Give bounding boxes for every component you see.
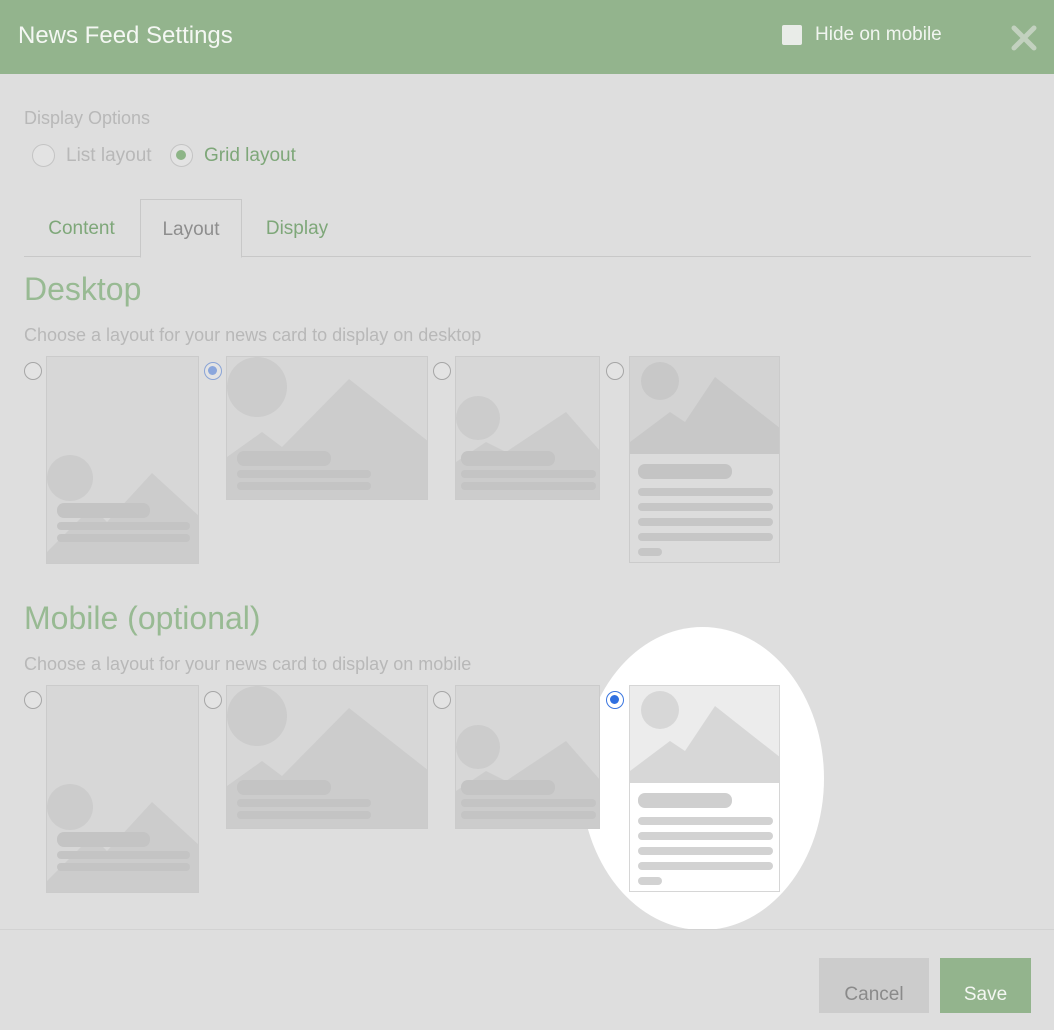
news-feed-settings-dialog: News Feed Settings Hide on mobile Displa…: [0, 0, 1054, 1030]
desktop-layout-4-radio[interactable]: [606, 362, 624, 380]
mobile-layout-1-card[interactable]: [46, 685, 199, 893]
mobile-layout-1-radio[interactable]: [24, 691, 42, 709]
dialog-header: News Feed Settings Hide on mobile: [0, 0, 1054, 74]
image-placeholder-icon: [227, 686, 427, 828]
mobile-layout-4-card[interactable]: [629, 685, 780, 892]
image-placeholder-icon: [630, 357, 779, 562]
mobile-layout-2-radio[interactable]: [204, 691, 222, 709]
desktop-layout-3-card[interactable]: [455, 356, 600, 500]
image-placeholder-icon: [456, 357, 599, 499]
save-button[interactable]: Save: [940, 958, 1031, 1013]
footer-divider: [0, 929, 1054, 930]
mobile-heading: Mobile (optional): [24, 600, 261, 636]
list-layout-radio[interactable]: [32, 144, 55, 167]
desktop-description: Choose a layout for your news card to di…: [24, 325, 482, 345]
mobile-layout-4-radio[interactable]: [606, 691, 624, 709]
dialog-title: News Feed Settings: [18, 22, 233, 49]
mobile-description: Choose a layout for your news card to di…: [24, 654, 472, 674]
settings-tabs: Content Layout Display: [24, 199, 1031, 258]
mobile-layout-2-card[interactable]: [226, 685, 428, 829]
tab-layout[interactable]: Layout: [140, 199, 242, 258]
desktop-layout-1-card[interactable]: [46, 356, 199, 564]
mobile-layout-3-radio[interactable]: [433, 691, 451, 709]
desktop-layout-3-radio[interactable]: [433, 362, 451, 380]
tab-display[interactable]: Display: [242, 199, 352, 257]
grid-layout-option[interactable]: Grid layout: [170, 144, 296, 167]
desktop-layout-1-radio[interactable]: [24, 362, 42, 380]
image-placeholder-icon: [227, 357, 427, 499]
desktop-heading: Desktop: [24, 271, 142, 307]
grid-layout-label: Grid layout: [204, 144, 296, 166]
hide-on-mobile-toggle[interactable]: Hide on mobile: [782, 24, 942, 46]
desktop-layout-2-card[interactable]: [226, 356, 428, 500]
hide-on-mobile-checkbox[interactable]: [782, 25, 802, 45]
image-placeholder-icon: [630, 686, 779, 891]
tab-content[interactable]: Content: [24, 199, 139, 257]
list-layout-label: List layout: [66, 144, 152, 166]
list-layout-option[interactable]: List layout: [32, 144, 152, 167]
desktop-layout-2-radio[interactable]: [204, 362, 222, 380]
image-placeholder-icon: [47, 686, 198, 892]
desktop-layout-4-card[interactable]: [629, 356, 780, 563]
mobile-layout-3-card[interactable]: [455, 685, 600, 829]
image-placeholder-icon: [47, 357, 198, 563]
cancel-button[interactable]: Cancel: [819, 958, 929, 1013]
hide-on-mobile-label: Hide on mobile: [815, 24, 942, 45]
display-options-label: Display Options: [24, 108, 151, 128]
image-placeholder-icon: [456, 686, 599, 828]
close-icon[interactable]: [1010, 24, 1038, 52]
grid-layout-radio[interactable]: [170, 144, 193, 167]
